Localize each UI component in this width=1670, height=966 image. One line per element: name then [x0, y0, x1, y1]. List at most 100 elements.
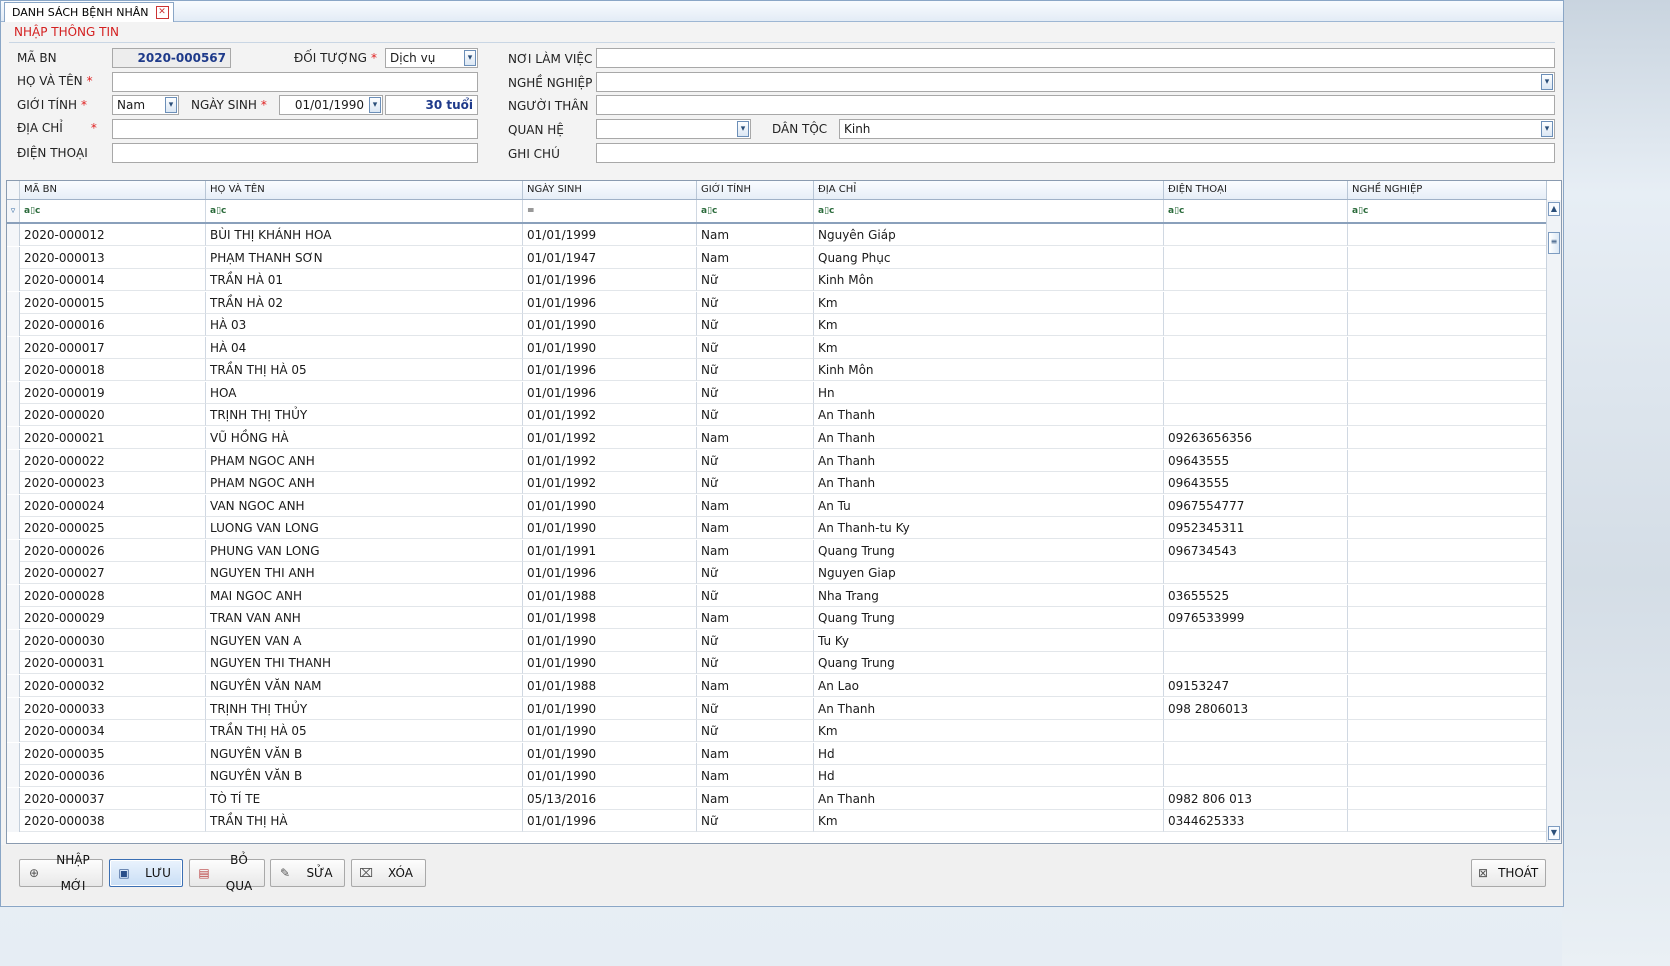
- table-row[interactable]: 2020-000025 LUONG VAN LONG 01/01/1990 Nam An…: [7, 517, 1547, 540]
- column-header-dien-thoai[interactable]: ĐIỆN THOẠI: [1164, 181, 1348, 199]
- cell-nghe-nghiep[interactable]: [1348, 517, 1547, 540]
- close-icon[interactable]: ✕: [155, 6, 169, 19]
- cell-dien-thoai[interactable]: [1164, 742, 1348, 765]
- nguoi-than-field[interactable]: [596, 95, 1555, 115]
- cell-dia-chi[interactable]: Kinh Môn: [814, 269, 1164, 292]
- cell-gioi-tinh[interactable]: Nam: [697, 787, 814, 810]
- cell-ma-bn[interactable]: 2020-000038: [20, 810, 206, 833]
- cell-ngay-sinh[interactable]: 01/01/1990: [523, 336, 697, 359]
- cell-ngay-sinh[interactable]: 01/01/1996: [523, 359, 697, 382]
- noi-lam-viec-field[interactable]: [596, 48, 1555, 68]
- row-indicator[interactable]: [7, 629, 20, 652]
- table-row[interactable]: 2020-000029 TRAN VAN ANH 01/01/1998 Nam Quan…: [7, 607, 1547, 630]
- cell-dia-chi[interactable]: An Thanh: [814, 472, 1164, 495]
- filter-ma-bn[interactable]: a▯c: [20, 200, 206, 222]
- cell-dia-chi[interactable]: Km: [814, 336, 1164, 359]
- cell-gioi-tinh[interactable]: Nam: [697, 224, 814, 246]
- cell-dien-thoai[interactable]: [1164, 562, 1348, 585]
- cell-ngay-sinh[interactable]: 05/13/2016: [523, 787, 697, 810]
- cell-nghe-nghiep[interactable]: [1348, 359, 1547, 382]
- row-indicator[interactable]: [7, 381, 20, 404]
- table-row[interactable]: 2020-000036 NGUYÊN VĂN B 01/01/1990 Nam Hd: [7, 765, 1547, 788]
- row-indicator[interactable]: [7, 607, 20, 630]
- table-row[interactable]: 2020-000031 NGUYEN THI THANH 01/01/1990 Nữ Q…: [7, 652, 1547, 675]
- cell-dien-thoai[interactable]: [1164, 359, 1348, 382]
- cell-nghe-nghiep[interactable]: [1348, 652, 1547, 675]
- ho-va-ten-field[interactable]: [112, 72, 478, 92]
- cell-ngay-sinh[interactable]: 01/01/1996: [523, 810, 697, 833]
- cell-dien-thoai[interactable]: [1164, 652, 1348, 675]
- cell-nghe-nghiep[interactable]: [1348, 675, 1547, 697]
- table-row[interactable]: 2020-000014 TRẦN HÀ 01 01/01/1996 Nữ Kinh Mô…: [7, 269, 1547, 292]
- cell-ma-bn[interactable]: 2020-000022: [20, 449, 206, 472]
- cell-dia-chi[interactable]: Hn: [814, 381, 1164, 404]
- table-row[interactable]: 2020-000033 TRỊNH THỊ THỦY 01/01/1990 Nữ An …: [7, 697, 1547, 720]
- cell-nghe-nghiep[interactable]: [1348, 607, 1547, 630]
- cell-gioi-tinh[interactable]: Nữ: [697, 291, 814, 314]
- cell-ma-bn[interactable]: 2020-000012: [20, 224, 206, 246]
- cell-ma-bn[interactable]: 2020-000034: [20, 720, 206, 743]
- row-indicator[interactable]: [7, 224, 20, 246]
- cell-dia-chi[interactable]: An Thanh: [814, 404, 1164, 427]
- cell-ho-va-ten[interactable]: TRẦN THỊ HÀ: [206, 810, 523, 833]
- cell-ma-bn[interactable]: 2020-000035: [20, 742, 206, 765]
- cell-gioi-tinh[interactable]: Nữ: [697, 269, 814, 292]
- cell-ho-va-ten[interactable]: HÀ 03: [206, 314, 523, 337]
- ma-bn-field[interactable]: 2020-000567: [112, 48, 231, 68]
- table-row[interactable]: 2020-000038 TRẦN THỊ HÀ 01/01/1996 Nữ Km 0344…: [7, 810, 1547, 833]
- cell-ngay-sinh[interactable]: 01/01/1992: [523, 426, 697, 449]
- cell-ngay-sinh[interactable]: 01/01/1998: [523, 607, 697, 630]
- cell-ho-va-ten[interactable]: TRỊNH THỊ THỦY: [206, 697, 523, 720]
- cell-ho-va-ten[interactable]: TRAN VAN ANH: [206, 607, 523, 630]
- cell-nghe-nghiep[interactable]: [1348, 472, 1547, 495]
- cell-nghe-nghiep[interactable]: [1348, 336, 1547, 359]
- cell-ngay-sinh[interactable]: 01/01/1990: [523, 742, 697, 765]
- cell-dia-chi[interactable]: Nguyen Giap: [814, 562, 1164, 585]
- cell-dien-thoai[interactable]: 0344625333: [1164, 810, 1348, 833]
- filter-nghe-nghiep[interactable]: a▯c: [1348, 200, 1547, 222]
- cell-gioi-tinh[interactable]: Nam: [697, 765, 814, 788]
- cell-gioi-tinh[interactable]: Nam: [697, 539, 814, 562]
- cell-gioi-tinh[interactable]: Nữ: [697, 652, 814, 675]
- cell-dien-thoai[interactable]: [1164, 314, 1348, 337]
- row-indicator[interactable]: [7, 426, 20, 449]
- cell-dien-thoai[interactable]: 09263656356: [1164, 426, 1348, 449]
- row-indicator[interactable]: [7, 652, 20, 675]
- cell-ma-bn[interactable]: 2020-000025: [20, 517, 206, 540]
- cell-ma-bn[interactable]: 2020-000033: [20, 697, 206, 720]
- cell-ma-bn[interactable]: 2020-000021: [20, 426, 206, 449]
- cell-dia-chi[interactable]: An Tu: [814, 494, 1164, 517]
- sua-button[interactable]: ✎ SỬA: [270, 859, 345, 887]
- cell-dien-thoai[interactable]: 0976533999: [1164, 607, 1348, 630]
- cell-dia-chi[interactable]: Hd: [814, 765, 1164, 788]
- chevron-down-icon[interactable]: ▾: [737, 121, 749, 137]
- cell-dien-thoai[interactable]: [1164, 246, 1348, 269]
- table-row[interactable]: 2020-000024 VAN NGOC ANH 01/01/1990 Nam An T…: [7, 494, 1547, 517]
- cell-ngay-sinh[interactable]: 01/01/1990: [523, 629, 697, 652]
- table-row[interactable]: 2020-000012 BÙI THỊ KHÁNH HOA 01/01/1999 Na…: [7, 224, 1547, 246]
- table-row[interactable]: 2020-000020 TRỊNH THỊ THỦY 01/01/1992 Nữ An …: [7, 404, 1547, 427]
- cell-dia-chi[interactable]: Nha Trang: [814, 584, 1164, 607]
- row-indicator[interactable]: [7, 539, 20, 562]
- cell-ngay-sinh[interactable]: 01/01/1990: [523, 765, 697, 788]
- cell-gioi-tinh[interactable]: Nữ: [697, 449, 814, 472]
- cell-ho-va-ten[interactable]: HOA: [206, 381, 523, 404]
- row-indicator[interactable]: [7, 404, 20, 427]
- cell-ho-va-ten[interactable]: NGUYEN VAN A: [206, 629, 523, 652]
- row-indicator[interactable]: [7, 697, 20, 720]
- cell-ma-bn[interactable]: 2020-000024: [20, 494, 206, 517]
- cell-gioi-tinh[interactable]: Nữ: [697, 697, 814, 720]
- table-row[interactable]: 2020-000026 PHUNG VAN LONG 01/01/1991 Nam Qu…: [7, 539, 1547, 562]
- column-header-nghe-nghiep[interactable]: NGHỀ NGHIỆP: [1348, 181, 1547, 199]
- cell-nghe-nghiep[interactable]: [1348, 787, 1547, 810]
- dia-chi-field[interactable]: [112, 119, 478, 139]
- cell-nghe-nghiep[interactable]: [1348, 224, 1547, 246]
- table-row[interactable]: 2020-000022 PHAM NGOC ANH 01/01/1992 Nữ An T…: [7, 449, 1547, 472]
- cell-dia-chi[interactable]: An Thanh: [814, 787, 1164, 810]
- cell-gioi-tinh[interactable]: Nam: [697, 246, 814, 269]
- cell-ngay-sinh[interactable]: 01/01/1992: [523, 404, 697, 427]
- cell-ma-bn[interactable]: 2020-000030: [20, 629, 206, 652]
- table-row[interactable]: 2020-000028 MAI NGOC ANH 01/01/1988 Nữ Nha T…: [7, 584, 1547, 607]
- cell-ma-bn[interactable]: 2020-000015: [20, 291, 206, 314]
- cell-dia-chi[interactable]: Quang Trung: [814, 539, 1164, 562]
